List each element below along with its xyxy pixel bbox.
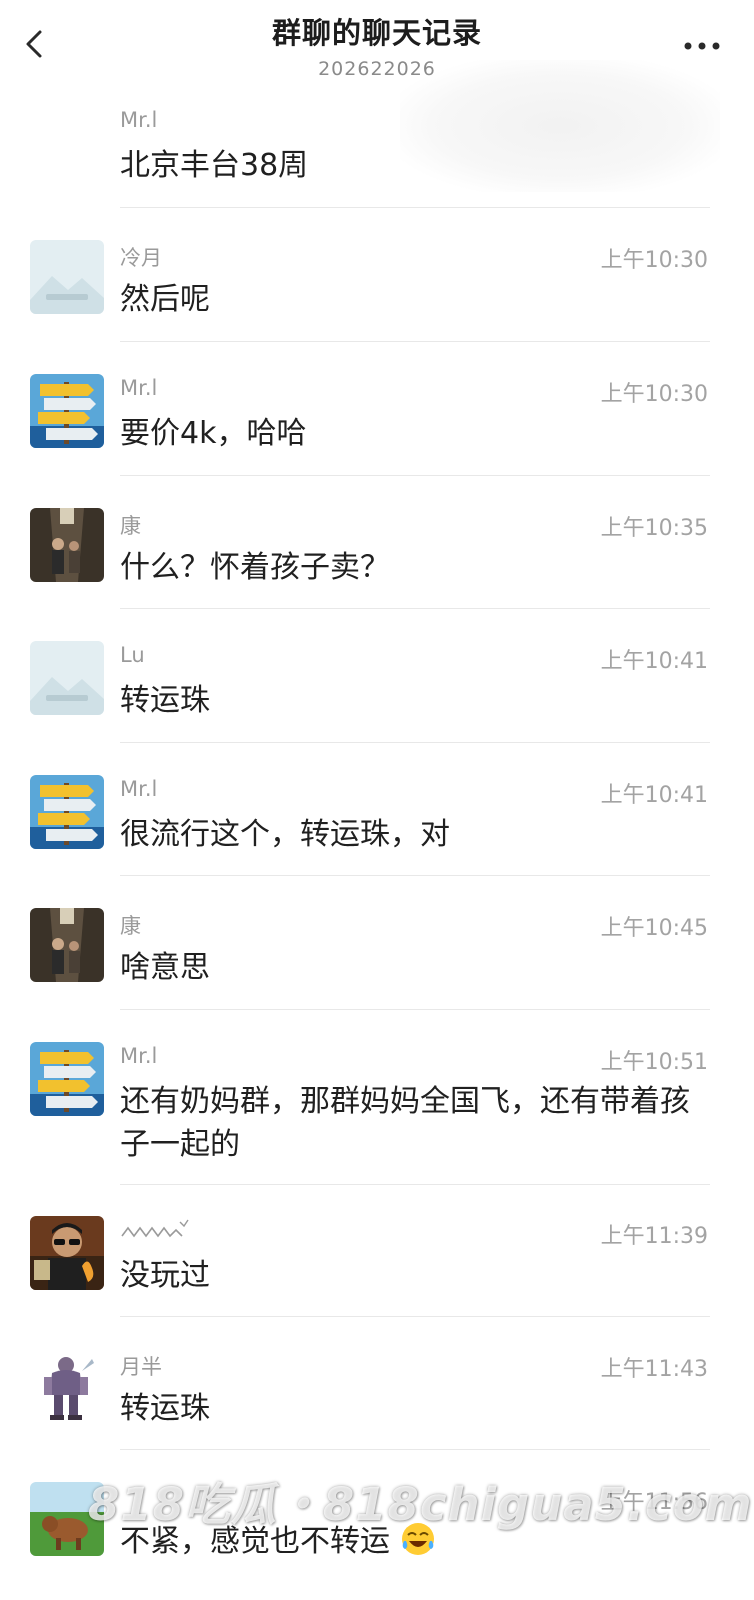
message-time: 上午10:35 [600,516,708,541]
scribble-name-icon [121,1219,189,1238]
sender-name: 康 [120,514,141,538]
sender-name [120,1218,190,1249]
message-time: 上午10:41 [600,783,708,808]
sender-name: Mr.l [120,108,158,132]
message-text: 转运珠 [120,683,210,718]
avatar[interactable] [30,908,104,982]
message-time: 上午10:30 [600,382,708,407]
message-text: 转运珠 [120,1391,210,1426]
message-text: 北京丰台38周 [120,148,309,183]
sender-name: 月半 [120,1355,162,1379]
page-title: 群聊的聊天记录 [271,16,482,50]
armored-character-avatar-icon [30,1349,104,1423]
message-time: 上午10:41 [600,649,708,674]
message-text: 没玩过 [120,1258,210,1293]
hallway-photo-avatar-icon [30,508,104,582]
divider [120,475,710,476]
avatar[interactable] [30,508,104,582]
divider [120,1009,710,1010]
message-time: 上午10:30 [600,248,708,273]
more-dots-icon [684,42,720,50]
divider [120,875,710,876]
signpost-avatar-icon [30,374,104,448]
avatar[interactable] [30,641,104,715]
signpost-avatar-icon [30,775,104,849]
sender-name: Mr.l [120,376,158,400]
avatar[interactable] [30,240,104,314]
more-button[interactable] [680,30,724,58]
placeholder-image-icon [30,240,104,314]
message-time: 上午10:45 [600,916,708,941]
avatar[interactable] [30,1042,104,1116]
sunglasses-man-avatar-icon [30,1216,104,1290]
message-time: 上午11:39 [600,1224,708,1249]
sender-name: Mr.l [120,777,158,801]
message-text: 啥意思 [120,950,210,985]
divider [120,341,710,342]
placeholder-image-icon [30,641,104,715]
sender-name: Mr.l [120,1044,158,1068]
message-text: 然后呢 [120,282,210,317]
message-text: 要价4k，哈哈 [120,416,307,451]
divider [120,1316,710,1317]
sender-name: 冷月 [120,246,162,270]
hallway-photo-avatar-icon [30,908,104,982]
avatar[interactable] [30,1216,104,1290]
sender-name: 康 [120,914,141,938]
avatar[interactable] [30,1349,104,1423]
message-text: 还有奶妈群，那群妈妈全国飞，还有带着孩子一起的 [120,1084,690,1162]
divider [120,207,710,208]
watermark-text: 818吃瓜・818chigua5.com [88,1478,753,1531]
message-time: 上午11:43 [600,1357,708,1382]
message-text: 什么？怀着孩子卖？ [120,550,390,585]
divider [120,608,710,609]
message-time: 上午10:51 [600,1050,708,1075]
message-text: 很流行这个，转运珠，对 [120,817,450,852]
sender-name: Lu [120,643,145,667]
divider [120,1184,710,1185]
divider [120,742,710,743]
avatar[interactable] [30,775,104,849]
signpost-avatar-icon [30,1042,104,1116]
divider [120,1449,710,1450]
avatar[interactable] [30,374,104,448]
